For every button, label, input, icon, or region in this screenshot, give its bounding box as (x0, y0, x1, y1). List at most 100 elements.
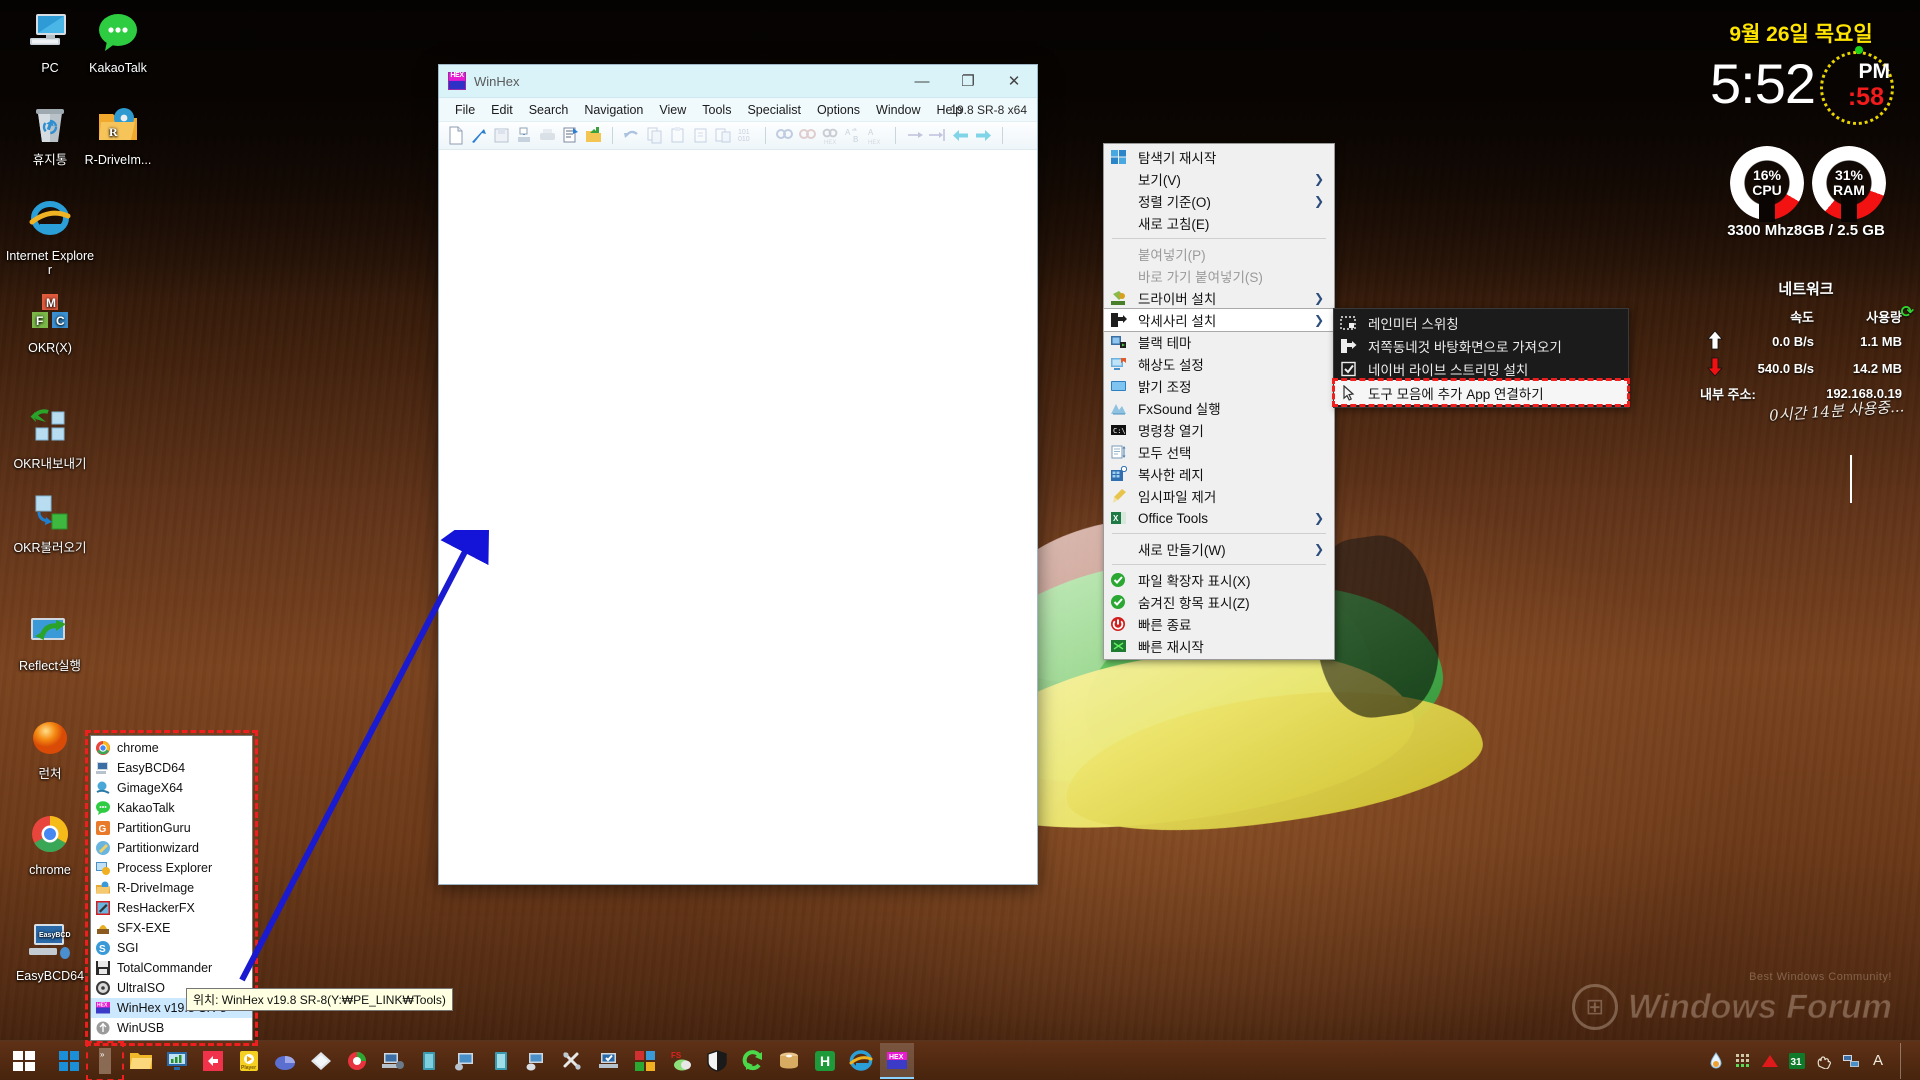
forward-icon[interactable] (973, 125, 994, 146)
open-folder-icon[interactable] (583, 125, 604, 146)
notes-button[interactable] (412, 1043, 446, 1079)
hwmonitor-button[interactable]: H (808, 1043, 842, 1079)
ie-button[interactable] (844, 1043, 878, 1079)
driver-check-button[interactable] (592, 1043, 626, 1079)
launcher-item-kakaotalk[interactable]: KakaoTalk (91, 798, 252, 818)
winhex-titlebar[interactable]: WinHex — ❐ ✕ (439, 65, 1037, 98)
ctx-item-sort-by[interactable]: 정렬 기준(O) ❯ (1104, 190, 1334, 212)
desktop-icon-launcher[interactable]: 런처 (4, 714, 96, 781)
partition-tool-button[interactable] (268, 1043, 302, 1079)
media-app-button[interactable] (196, 1043, 230, 1079)
menu-search[interactable]: Search (521, 100, 577, 120)
winhex-document-area[interactable] (439, 150, 1037, 884)
menu-file[interactable]: File (447, 100, 483, 120)
desktop-icon-okr-export[interactable]: OKR내보내기 (4, 404, 96, 471)
ctx-item-brightness[interactable]: 밝기 조정 (1104, 375, 1334, 397)
submenu-item-naver-live-install[interactable]: 네이버 라이브 스트리밍 설치 (1334, 357, 1628, 380)
launcher-item-partitionwizard[interactable]: Partitionwizard (91, 838, 252, 858)
save-as-icon[interactable] (514, 125, 535, 146)
submenu-item-link-toolbar-app[interactable]: 도구 모음에 추가 App 연결하기 (1332, 378, 1630, 407)
taskbar-items[interactable]: » Player FS H HEX (48, 1040, 1707, 1080)
accessory-install-submenu[interactable]: 레인미터 스위칭 저쪽동네것 바탕화면으로 가져오기 네이버 라이브 스트리밍 … (1332, 308, 1630, 408)
properties-icon[interactable] (560, 125, 581, 146)
close-button[interactable]: ✕ (991, 65, 1037, 97)
launcher-item-totalcommander[interactable]: TotalCommander (91, 958, 252, 978)
ctx-item-view[interactable]: 보기(V) ❯ (1104, 168, 1334, 190)
minimize-button[interactable]: — (899, 65, 945, 97)
ctx-item-show-extensions[interactable]: 파일 확장자 표시(X) (1104, 569, 1334, 591)
launcher-item-winusb[interactable]: WinUSB (91, 1018, 252, 1038)
menu-navigation[interactable]: Navigation (576, 100, 651, 120)
launcher-item-sgi[interactable]: S SGI (91, 938, 252, 958)
menu-edit[interactable]: Edit (483, 100, 521, 120)
ctx-item-select-all[interactable]: 모두 선택 (1104, 441, 1334, 463)
file-explorer-button[interactable] (124, 1043, 158, 1079)
desktop-icon-easybcd64[interactable]: EasyBCD EasyBCD64 (4, 916, 96, 983)
menu-options[interactable]: Options (809, 100, 868, 120)
system-monitor-button[interactable] (160, 1043, 194, 1079)
tray-network[interactable] (1842, 1052, 1860, 1070)
ctx-item-black-theme[interactable]: 블랙 테마 (1104, 331, 1334, 353)
ctx-item-show-hidden[interactable]: 숨겨진 항목 표시(Z) (1104, 591, 1334, 613)
launcher-item-easybcd64[interactable]: EasyBCD64 (91, 758, 252, 778)
potplayer-button[interactable]: Player (232, 1043, 266, 1079)
new-file-icon[interactable] (445, 125, 466, 146)
desktop-icon-kakaotalk[interactable]: KakaoTalk (72, 8, 164, 75)
desktop-icon-okr-import[interactable]: OKR불러오기 (4, 488, 96, 555)
backup-tool-button[interactable] (304, 1043, 338, 1079)
window-controls[interactable]: — ❐ ✕ (899, 65, 1037, 97)
desktop-icon-internet-explorer[interactable]: Internet Explorer (4, 196, 96, 277)
launcher-item-r-driveimage[interactable]: R-DriveImage (91, 878, 252, 898)
tray-temperature[interactable] (1707, 1051, 1725, 1070)
launcher-item-process-explorer[interactable]: Process Explorer (91, 858, 252, 878)
ctx-item-refresh[interactable]: 새로 고침(E) (1104, 212, 1334, 234)
desktop-icon-okr-x[interactable]: M F C OKR(X) (4, 288, 96, 355)
ctx-item-accessory-install[interactable]: 악세사리 설치 ❯ (1103, 308, 1335, 332)
system-tray[interactable]: 31 A (1707, 1042, 1920, 1079)
system-config-button[interactable] (376, 1043, 410, 1079)
tray-ime[interactable]: A (1869, 1052, 1887, 1070)
tray-calendar[interactable]: 31 (1788, 1052, 1806, 1070)
ctx-item-fast-restart[interactable]: 빠른 재시작 (1104, 635, 1334, 657)
ctx-item-temp-clean[interactable]: 임시파일 제거 (1104, 485, 1334, 507)
show-desktop-button[interactable] (1900, 1042, 1908, 1079)
theme-button[interactable] (628, 1043, 662, 1079)
docs-button[interactable] (484, 1043, 518, 1079)
menu-tools[interactable]: Tools (694, 100, 739, 120)
winhex-window[interactable]: WinHex — ❐ ✕ File Edit Search Navigation… (438, 64, 1038, 885)
ctx-item-fxsound[interactable]: FxSound 실행 (1104, 397, 1334, 419)
save-file-icon[interactable] (491, 125, 512, 146)
back-icon[interactable] (950, 125, 971, 146)
tools-button[interactable] (556, 1043, 590, 1079)
winhex-toolbar[interactable]: 101 010 HEX AB A HEX (439, 122, 1037, 150)
ctx-item-fast-shutdown[interactable]: 빠른 종료 (1104, 613, 1334, 635)
open-file-icon[interactable] (468, 125, 489, 146)
remote-tool-button[interactable] (448, 1043, 482, 1079)
menu-specialist[interactable]: Specialist (739, 100, 809, 120)
audio-tool-button[interactable] (520, 1043, 554, 1079)
winhex-taskbar-button[interactable]: HEX (880, 1042, 914, 1079)
submenu-item-import-desktop[interactable]: 저쪽동네것 바탕화면으로 가져오기 (1334, 334, 1628, 357)
ctx-item-command-prompt[interactable]: C:\ 명령창 열기 (1104, 419, 1334, 441)
ctx-item-registry-copy[interactable]: 복사한 레지 (1104, 463, 1334, 485)
antivirus-button[interactable] (340, 1043, 374, 1079)
taskbar[interactable]: » Player FS H HEX 31 A (0, 1040, 1920, 1080)
maximize-button[interactable]: ❐ (945, 65, 991, 97)
windows-start-icon[interactable] (0, 1041, 48, 1080)
winhex-menubar[interactable]: File Edit Search Navigation View Tools S… (439, 98, 1037, 122)
launcher-item-sfx-exe[interactable]: SFX-EXE (91, 918, 252, 938)
desktop-icon-r-driveimage[interactable]: R R-DriveIm... (72, 100, 164, 167)
ctx-item-driver-install[interactable]: 드라이버 설치 ❯ (1104, 287, 1334, 309)
windows-tile-button[interactable] (52, 1043, 86, 1079)
iso-tool-button[interactable] (772, 1043, 806, 1079)
tray-grid[interactable] (1734, 1052, 1752, 1070)
desktop-context-menu[interactable]: 탐색기 재시작 보기(V) ❯ 정렬 기준(O) ❯ 새로 고침(E) 붙여넣기… (1103, 143, 1335, 660)
desktop-icon-chrome[interactable]: chrome (4, 810, 96, 877)
desktop-icon-reflect-run[interactable]: Reflect실행 (4, 606, 96, 673)
ctx-item-explorer-restart[interactable]: 탐색기 재시작 (1104, 146, 1334, 168)
launcher-item-reshackerfx[interactable]: ResHackerFX (91, 898, 252, 918)
launcher-item-partitionguru[interactable]: G PartitionGuru (91, 818, 252, 838)
launcher-item-gimagex64[interactable]: GimageX64 (91, 778, 252, 798)
refresh-icon[interactable]: ⟳ (1901, 302, 1914, 322)
refresh-tool-button[interactable] (736, 1043, 770, 1079)
